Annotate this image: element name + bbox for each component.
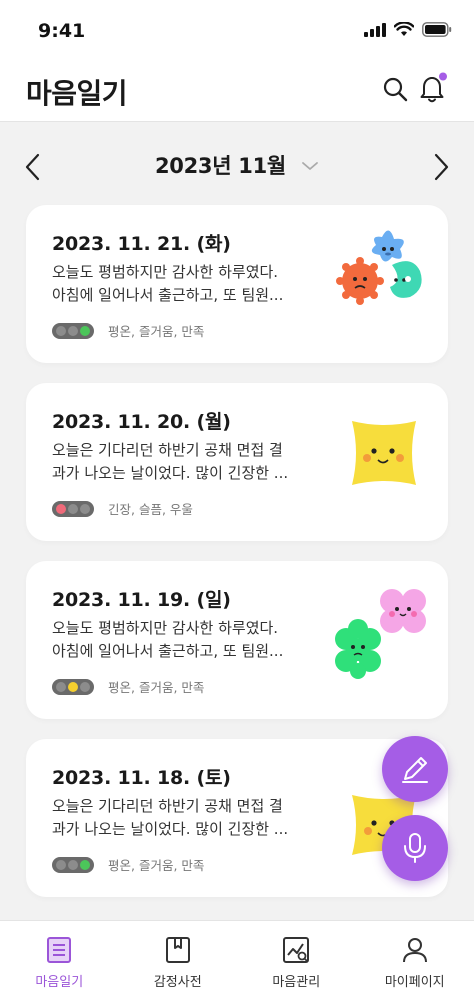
chevron-down-icon bbox=[302, 161, 318, 170]
mood-tags: 긴장, 슬픔, 우울 bbox=[108, 502, 193, 517]
pencil-icon bbox=[402, 757, 428, 783]
entry-preview-line: 과가 나오는 날이었다. 많이 긴장한 ... bbox=[52, 820, 289, 838]
emotion-characters-illustration bbox=[336, 230, 422, 305]
traffic-dot-red bbox=[56, 681, 66, 692]
user-icon bbox=[402, 938, 427, 963]
entry-date: 2023. 11. 19. (일) bbox=[52, 589, 231, 611]
entry-preview-line: 아침에 일어나서 출근하고, 또 팀원... bbox=[52, 642, 284, 660]
entry-preview-line: 과가 나오는 날이었다. 많이 긴장한 ... bbox=[52, 464, 289, 482]
traffic-dot-green bbox=[80, 681, 90, 692]
entry-date: 2023. 11. 18. (토) bbox=[52, 767, 231, 789]
notification-button[interactable] bbox=[418, 72, 448, 104]
traffic-dot-red bbox=[56, 503, 66, 514]
bottom-navigation: 마음일기 감정사전 마음관리 마이페이지 bbox=[0, 920, 474, 1000]
entry-preview: 오늘도 평범하지만 감사한 하루였다. 아침에 일어나서 출근하고, 또 팀원.… bbox=[52, 261, 322, 307]
mood-traffic-light bbox=[52, 856, 94, 873]
traffic-dot-green bbox=[80, 325, 90, 336]
status-bar: 9:41 bbox=[0, 0, 474, 58]
traffic-dot-green bbox=[80, 503, 90, 514]
diary-entry-card[interactable]: 2023. 11. 19. (일) 오늘도 평범하지만 감사한 하루였다. 아침… bbox=[26, 561, 448, 719]
mood-row: 평온, 즐거움, 만족 bbox=[52, 855, 204, 874]
nav-item-emotion-dictionary[interactable]: 감정사전 bbox=[119, 921, 238, 1000]
month-navigator: 2023년 11월 bbox=[0, 140, 474, 192]
traffic-dot-yellow bbox=[68, 325, 78, 336]
entry-date: 2023. 11. 21. (화) bbox=[52, 233, 231, 255]
mood-tags: 평온, 즐거움, 만족 bbox=[108, 858, 205, 873]
chevron-right-icon bbox=[434, 153, 449, 181]
search-button[interactable] bbox=[382, 76, 408, 102]
battery-icon bbox=[422, 22, 452, 37]
wifi-icon bbox=[394, 22, 414, 36]
month-label: 2023년 11월 bbox=[154, 154, 286, 178]
cellular-signal-icon bbox=[364, 22, 386, 37]
mood-tags: 평온, 즐거움, 만족 bbox=[108, 324, 205, 339]
traffic-dot-yellow bbox=[68, 859, 78, 870]
emotion-characters-illustration bbox=[335, 589, 426, 679]
mood-traffic-light bbox=[52, 678, 94, 695]
next-month-button[interactable] bbox=[428, 152, 454, 182]
nav-label: 마이페이지 bbox=[384, 975, 445, 990]
mood-traffic-light bbox=[52, 500, 94, 517]
month-selector[interactable]: 2023년 11월 bbox=[0, 150, 474, 180]
mood-row: 긴장, 슬픔, 우울 bbox=[52, 499, 193, 518]
nav-item-my-page[interactable]: 마이페이지 bbox=[356, 921, 474, 1000]
write-diary-button[interactable] bbox=[382, 736, 448, 802]
nav-item-mind-care[interactable]: 마음관리 bbox=[237, 921, 356, 1000]
search-icon bbox=[383, 77, 408, 102]
nav-label: 감정사전 bbox=[153, 975, 202, 990]
entry-preview: 오늘은 기다리던 하반기 공채 면접 결 과가 나오는 날이었다. 많이 긴장한… bbox=[52, 439, 322, 485]
bell-icon bbox=[420, 72, 447, 103]
mood-traffic-light bbox=[52, 322, 94, 339]
diary-entry-card[interactable]: 2023. 11. 20. (월) 오늘은 기다리던 하반기 공채 면접 결 과… bbox=[26, 383, 448, 541]
traffic-dot-yellow bbox=[68, 681, 78, 692]
entry-preview-line: 오늘은 기다리던 하반기 공채 면접 결 bbox=[52, 441, 283, 459]
microphone-icon bbox=[404, 833, 426, 863]
emotion-character-illustration bbox=[352, 421, 416, 485]
nav-label: 마음관리 bbox=[272, 975, 321, 990]
entry-preview-line: 아침에 일어나서 출근하고, 또 팀원... bbox=[52, 286, 284, 304]
chart-icon bbox=[283, 937, 310, 963]
mood-row: 평온, 즐거움, 만족 bbox=[52, 321, 204, 340]
traffic-dot-red bbox=[56, 859, 66, 870]
entry-preview-line: 오늘도 평범하지만 감사한 하루였다. bbox=[52, 619, 279, 637]
status-time: 9:41 bbox=[38, 20, 86, 42]
traffic-dot-red bbox=[56, 325, 66, 336]
diary-icon bbox=[47, 937, 72, 963]
nav-item-diary[interactable]: 마음일기 bbox=[0, 921, 119, 1000]
entry-preview: 오늘은 기다리던 하반기 공채 면접 결 과가 나오는 날이었다. 많이 긴장한… bbox=[52, 795, 322, 841]
entry-preview: 오늘도 평범하지만 감사한 하루였다. 아침에 일어나서 출근하고, 또 팀원.… bbox=[52, 617, 322, 663]
book-icon bbox=[165, 937, 190, 963]
page-title: 마음일기 bbox=[26, 77, 128, 110]
traffic-dot-green bbox=[80, 859, 90, 870]
entry-preview-line: 오늘은 기다리던 하반기 공채 면접 결 bbox=[52, 797, 283, 815]
status-icons bbox=[364, 22, 452, 37]
mood-tags: 평온, 즐거움, 만족 bbox=[108, 680, 205, 695]
app-header: 마음일기 bbox=[0, 58, 474, 122]
entry-date: 2023. 11. 20. (월) bbox=[52, 411, 231, 433]
entry-preview-line: 오늘도 평범하지만 감사한 하루였다. bbox=[52, 263, 279, 281]
nav-label: 마음일기 bbox=[35, 975, 84, 990]
mood-row: 평온, 즐거움, 만족 bbox=[52, 677, 204, 696]
voice-diary-button[interactable] bbox=[382, 815, 448, 881]
traffic-dot-yellow bbox=[68, 503, 78, 514]
diary-entry-card[interactable]: 2023. 11. 21. (화) 오늘도 평범하지만 감사한 하루였다. 아침… bbox=[26, 205, 448, 363]
